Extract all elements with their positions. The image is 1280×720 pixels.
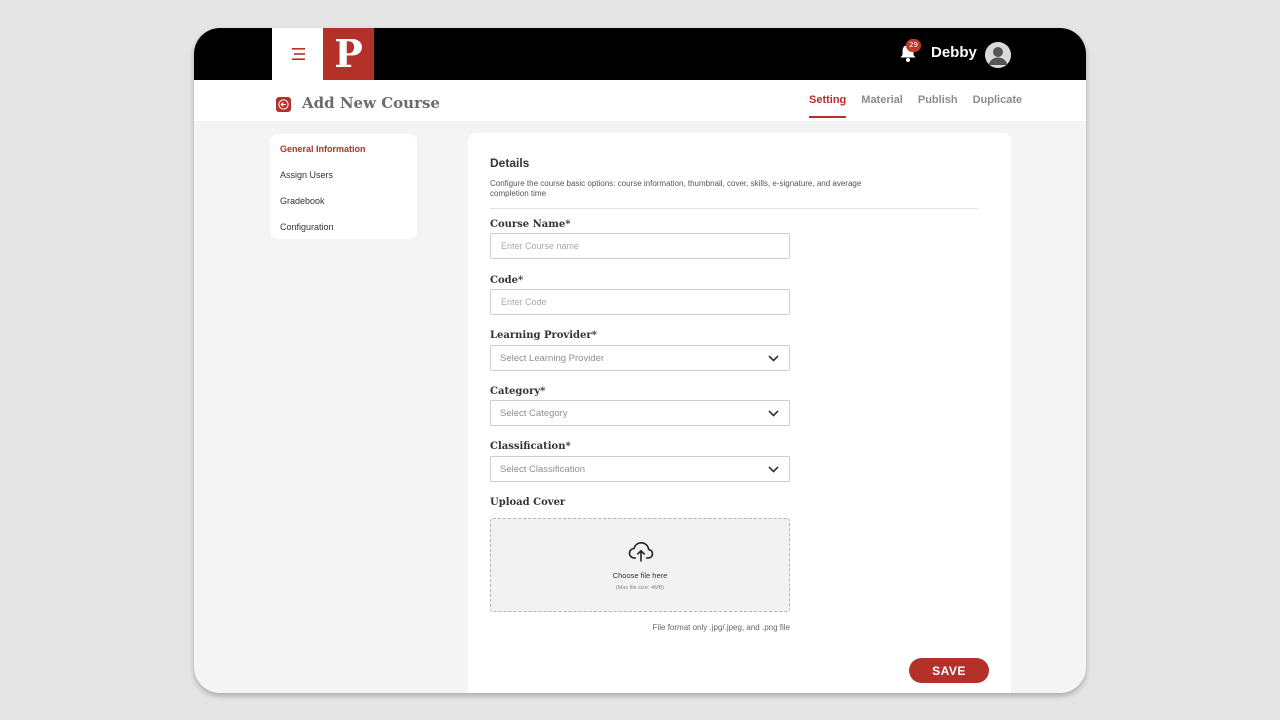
category-label: Category* — [490, 386, 546, 397]
hamburger-menu-icon — [291, 48, 305, 60]
classification-label: Classification* — [490, 441, 571, 452]
details-panel: Details Configure the course basic optio… — [468, 133, 1011, 693]
username[interactable]: Debby — [931, 44, 977, 61]
section-title: Details — [490, 156, 530, 170]
sidebar-item-assign-users[interactable]: Assign Users — [280, 168, 417, 194]
tab-bar: Setting Material Publish Duplicate — [809, 94, 1037, 118]
cloud-upload-icon — [628, 542, 654, 562]
category-select[interactable]: Select Category — [490, 400, 790, 426]
upload-prompt: Choose file here — [612, 571, 668, 580]
learning-provider-value: Select Learning Provider — [500, 352, 605, 364]
course-name-label: Course Name* — [490, 219, 571, 230]
classification-value: Select Classification — [500, 463, 586, 475]
page-title: Add New Course — [302, 94, 440, 112]
top-bar: P 29 Debby — [194, 28, 1086, 80]
tab-setting[interactable]: Setting — [809, 94, 847, 118]
learning-provider-select[interactable]: Select Learning Provider — [490, 345, 790, 371]
sidebar-item-general-information[interactable]: General Information — [280, 142, 417, 168]
learning-provider-label: Learning Provider* — [490, 330, 597, 341]
tab-material[interactable]: Material — [861, 94, 903, 118]
tab-publish[interactable]: Publish — [918, 94, 958, 118]
notification-badge: 29 — [906, 39, 921, 52]
settings-sidebar: General Information Assign Users Gradebo… — [270, 134, 417, 239]
logo-letter: P — [334, 31, 363, 76]
code-label: Code* — [490, 275, 524, 286]
arrow-left-icon — [278, 99, 289, 110]
sidebar-item-gradebook[interactable]: Gradebook — [280, 194, 417, 220]
avatar[interactable] — [985, 42, 1011, 68]
upload-dropzone[interactable]: Choose file here (Max file size: 4MB) — [490, 518, 790, 612]
menu-button[interactable] — [272, 28, 323, 80]
divider — [490, 208, 978, 209]
save-button[interactable]: SAVE — [909, 658, 989, 683]
app-logo[interactable]: P — [323, 28, 374, 80]
chevron-down-icon — [768, 465, 779, 473]
upload-max-size: (Max file size: 4MB) — [615, 585, 665, 591]
category-value: Select Category — [500, 407, 568, 419]
sidebar-item-configuration[interactable]: Configuration — [280, 220, 417, 246]
course-name-input[interactable] — [490, 233, 790, 259]
file-format-note: File format only .jpg/.jpeg, and .png fi… — [652, 623, 790, 632]
tab-duplicate[interactable]: Duplicate — [973, 94, 1023, 118]
section-description: Configure the course basic options: cour… — [490, 179, 862, 198]
user-avatar-icon — [985, 42, 1011, 68]
chevron-down-icon — [768, 409, 779, 417]
upload-cover-label: Upload Cover — [490, 497, 566, 508]
classification-select[interactable]: Select Classification — [490, 456, 790, 482]
page-header: Add New Course Setting Material Publish … — [194, 80, 1086, 121]
app-window: P 29 Debby Add New Course Setting Materi… — [194, 28, 1086, 693]
code-input[interactable] — [490, 289, 790, 315]
chevron-down-icon — [768, 354, 779, 362]
back-button[interactable] — [276, 97, 291, 112]
